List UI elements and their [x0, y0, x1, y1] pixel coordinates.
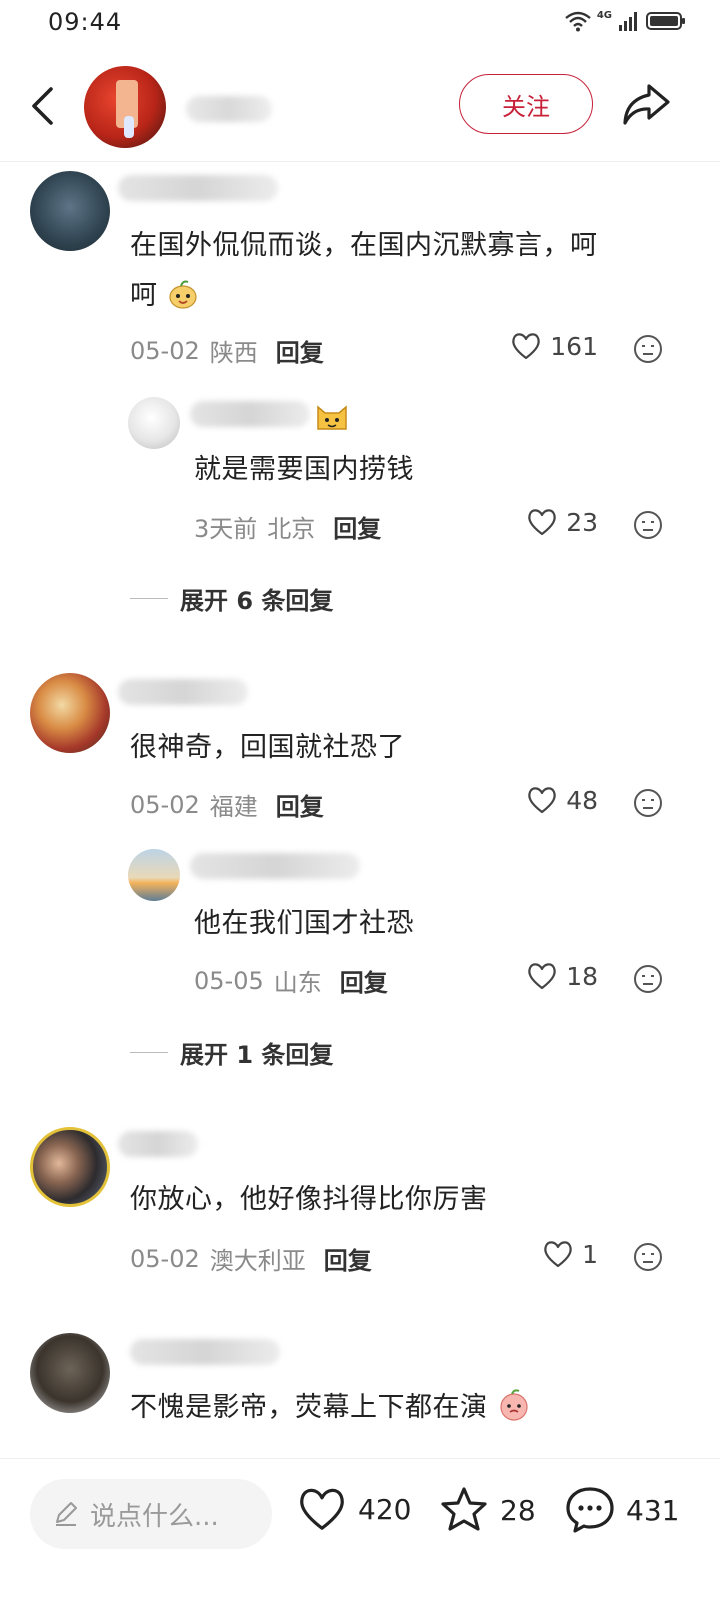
- comment-text: 你放心，他好像抖得比你厉害: [130, 1184, 488, 1215]
- dislike-icon[interactable]: [632, 509, 664, 541]
- reply-button[interactable]: 回复: [340, 963, 388, 998]
- pencil-icon: [56, 1502, 77, 1526]
- status-time: 09:44: [48, 8, 123, 36]
- heart-icon: [300, 1488, 344, 1530]
- reply-text: 就是需要国内捞钱: [194, 454, 414, 485]
- signal-icon: [619, 12, 637, 31]
- avatar-figure: [124, 116, 134, 138]
- commenter-avatar[interactable]: [30, 1127, 110, 1207]
- back-button[interactable]: [22, 80, 62, 132]
- like-button[interactable]: 48: [526, 785, 598, 815]
- like-post-button[interactable]: 420: [296, 1485, 411, 1533]
- reply-meta: 3天前 北京 回复: [194, 509, 381, 544]
- comment-location: 陕西: [209, 339, 258, 367]
- wifi-icon: [565, 11, 591, 32]
- share-button[interactable]: [620, 78, 672, 130]
- reply-button[interactable]: 回复: [333, 509, 381, 544]
- like-count: 18: [566, 961, 598, 991]
- battery-icon: [646, 12, 685, 30]
- reply-button[interactable]: 回复: [276, 333, 324, 368]
- comment-meta: 05-02 澳大利亚 回复: [130, 1241, 372, 1276]
- like-button[interactable]: 18: [526, 961, 598, 991]
- reply-avatar[interactable]: [128, 397, 180, 449]
- like-count: 161: [550, 331, 598, 361]
- comments-button[interactable]: 431: [564, 1485, 679, 1535]
- commenter-avatar[interactable]: [30, 171, 110, 251]
- like-count: 48: [566, 785, 598, 815]
- cat-emoji-icon: [317, 405, 347, 430]
- follow-button[interactable]: 关注: [459, 74, 593, 134]
- reply-name-redacted: [190, 401, 310, 427]
- heart-icon: [528, 963, 556, 990]
- like-button[interactable]: 161: [510, 331, 598, 361]
- comment-list[interactable]: 在国外侃侃而谈，在国内沉默寡言，呵 呵 05-02 陕西 回复 161 就是需要…: [0, 163, 720, 1458]
- heart-icon: [528, 509, 556, 536]
- dislike-icon[interactable]: [632, 1241, 664, 1273]
- expand-replies-label: 展开 6 条回复: [180, 587, 334, 615]
- dislike-icon[interactable]: [632, 963, 664, 995]
- network-type-label: 4G: [596, 9, 612, 21]
- reply-avatar[interactable]: [128, 849, 180, 901]
- comment-text: 不愧是影帝，荧幕上下都在演: [130, 1383, 531, 1433]
- expand-replies-button[interactable]: 展开 1 条回复: [130, 1035, 333, 1070]
- reply-location: 北京: [267, 515, 316, 543]
- reply-date: 05-05: [194, 966, 264, 995]
- reply-date: 3天前: [194, 515, 258, 543]
- expand-replies-label: 展开 1 条回复: [180, 1041, 334, 1069]
- author-name-redacted: [186, 96, 272, 122]
- favorite-button[interactable]: 28: [438, 1485, 536, 1535]
- like-button[interactable]: 1: [542, 1239, 598, 1269]
- comment-date: 05-02: [130, 790, 200, 819]
- comment-input[interactable]: 说点什么...: [30, 1479, 272, 1549]
- like-button[interactable]: 23: [526, 507, 598, 537]
- reply-name-redacted: [190, 853, 360, 879]
- comment-count: 431: [626, 1493, 680, 1527]
- comment-text: 在国外侃侃而谈，在国内沉默寡言，呵: [130, 230, 598, 261]
- post-like-count: 420: [358, 1492, 412, 1526]
- commenter-name-redacted: [118, 679, 248, 705]
- like-count: 1: [582, 1239, 598, 1269]
- reply-text: 他在我们国才社恐: [194, 908, 414, 939]
- commenter-name-redacted: [118, 175, 278, 201]
- comment-location: 福建: [209, 793, 258, 821]
- peach-emoji-icon: [499, 1389, 528, 1421]
- status-bar: 09:44 4G: [0, 0, 720, 44]
- reply-button[interactable]: 回复: [276, 787, 324, 822]
- heart-icon: [528, 787, 556, 814]
- commenter-avatar[interactable]: [30, 673, 110, 753]
- status-icons: 4G: [565, 10, 686, 32]
- comment-text-continued: 呵: [130, 271, 199, 321]
- reply-location: 山东: [273, 969, 322, 997]
- author-avatar[interactable]: [84, 66, 166, 148]
- chat-bubble-icon: [566, 1487, 614, 1533]
- star-icon: [441, 1487, 487, 1531]
- commenter-avatar[interactable]: [30, 1333, 110, 1413]
- expand-replies-button[interactable]: 展开 6 条回复: [130, 581, 333, 616]
- share-icon: [623, 84, 670, 125]
- comment-location: 澳大利亚: [209, 1247, 306, 1275]
- reply-button[interactable]: 回复: [324, 1241, 372, 1276]
- dislike-icon[interactable]: [632, 787, 664, 819]
- comment-date: 05-02: [130, 336, 200, 365]
- divider: [130, 597, 168, 600]
- like-count: 23: [566, 507, 598, 537]
- comment-meta: 05-02 福建 回复: [130, 787, 324, 822]
- comment-input-placeholder: 说点什么...: [90, 1501, 219, 1532]
- commenter-name-redacted: [118, 1131, 198, 1157]
- commenter-name-redacted: [130, 1339, 280, 1365]
- heart-icon: [512, 333, 541, 360]
- favorite-count: 28: [500, 1493, 536, 1527]
- bottom-action-bar: 说点什么... 420 28 431: [0, 1458, 720, 1600]
- comment-date: 05-02: [130, 1244, 200, 1273]
- emoji-icon: [168, 280, 197, 309]
- chevron-left-icon: [32, 87, 53, 125]
- divider: [130, 1051, 168, 1054]
- reply-meta: 05-05 山东 回复: [194, 963, 388, 998]
- heart-icon: [544, 1241, 572, 1268]
- comment-meta: 05-02 陕西 回复: [130, 333, 324, 368]
- top-bar: 关注: [0, 58, 720, 162]
- dislike-icon[interactable]: [632, 333, 664, 365]
- comment-text: 很神奇，回国就社恐了: [130, 732, 405, 763]
